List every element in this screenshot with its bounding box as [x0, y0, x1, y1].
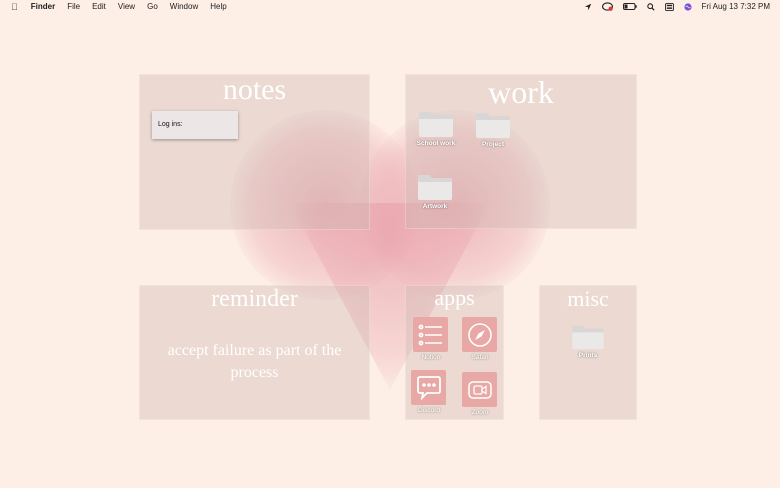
- apps-panel: apps Notion Safari Discord Zoom: [405, 285, 504, 420]
- apple-menu-icon[interactable]: : [11, 2, 18, 12]
- folder-label: Prints: [578, 352, 598, 359]
- spotlight-search-icon[interactable]: [646, 2, 655, 11]
- reminder-panel: reminder accept failure as part of the p…: [139, 285, 370, 420]
- folder-project[interactable]: Project: [473, 111, 513, 148]
- folder-icon: [476, 113, 510, 138]
- menu-go[interactable]: Go: [147, 2, 158, 11]
- reminder-title: reminder: [211, 286, 298, 312]
- app-zoom[interactable]: Zoom: [462, 372, 498, 416]
- folder-label: School work: [416, 140, 456, 147]
- notes-title: notes: [222, 73, 287, 106]
- siri-icon[interactable]: [683, 2, 692, 11]
- video-camera-icon: [462, 372, 497, 407]
- sticky-note[interactable]: Log ins:: [152, 111, 238, 139]
- folder-school-work[interactable]: School work: [416, 110, 456, 147]
- menu-app-name[interactable]: Finder: [31, 2, 55, 11]
- folder-label: Artwork: [422, 203, 448, 210]
- app-discord[interactable]: Discord: [411, 370, 447, 414]
- folder-prints[interactable]: Prints: [568, 324, 608, 359]
- menu-view[interactable]: View: [118, 2, 135, 11]
- chat-bubble-icon: [411, 370, 446, 405]
- control-center-icon[interactable]: [664, 2, 674, 11]
- app-label: Notion: [421, 354, 441, 361]
- work-panel: work School work Project Artwork: [405, 74, 637, 229]
- menu-clock[interactable]: Fri Aug 13 7:32 PM: [702, 2, 770, 11]
- folder-icon: [418, 175, 452, 200]
- misc-panel: misc Prints: [539, 285, 637, 420]
- work-title: work: [488, 74, 554, 110]
- reminder-text: accept failure as part of the process: [167, 342, 342, 381]
- misc-title: misc: [567, 286, 609, 311]
- apps-title: apps: [434, 285, 475, 310]
- menu-file[interactable]: File: [67, 2, 80, 11]
- folder-artwork[interactable]: Artwork: [415, 173, 455, 210]
- creative-cloud-icon[interactable]: [601, 2, 613, 11]
- notes-panel: notes Log ins:: [139, 73, 370, 230]
- folder-icon: [419, 112, 453, 137]
- safari-compass-icon: [462, 317, 497, 352]
- location-arrow-icon[interactable]: [584, 3, 592, 11]
- folder-icon: [572, 325, 604, 350]
- app-label: Discord: [417, 407, 441, 414]
- menu-window[interactable]: Window: [170, 2, 198, 11]
- folder-label: Project: [481, 141, 505, 148]
- menu-edit[interactable]: Edit: [92, 2, 106, 11]
- battery-icon[interactable]: [622, 3, 637, 10]
- menu-bar:  Finder File Edit View Go Window Help F…: [0, 0, 780, 13]
- app-label: Safari: [471, 354, 489, 361]
- menu-help[interactable]: Help: [210, 2, 226, 11]
- notion-list-icon: [413, 317, 448, 352]
- app-safari[interactable]: Safari: [462, 317, 498, 361]
- app-notion[interactable]: Notion: [413, 317, 449, 361]
- app-label: Zoom: [471, 409, 489, 416]
- sticky-note-text: Log ins:: [158, 121, 183, 128]
